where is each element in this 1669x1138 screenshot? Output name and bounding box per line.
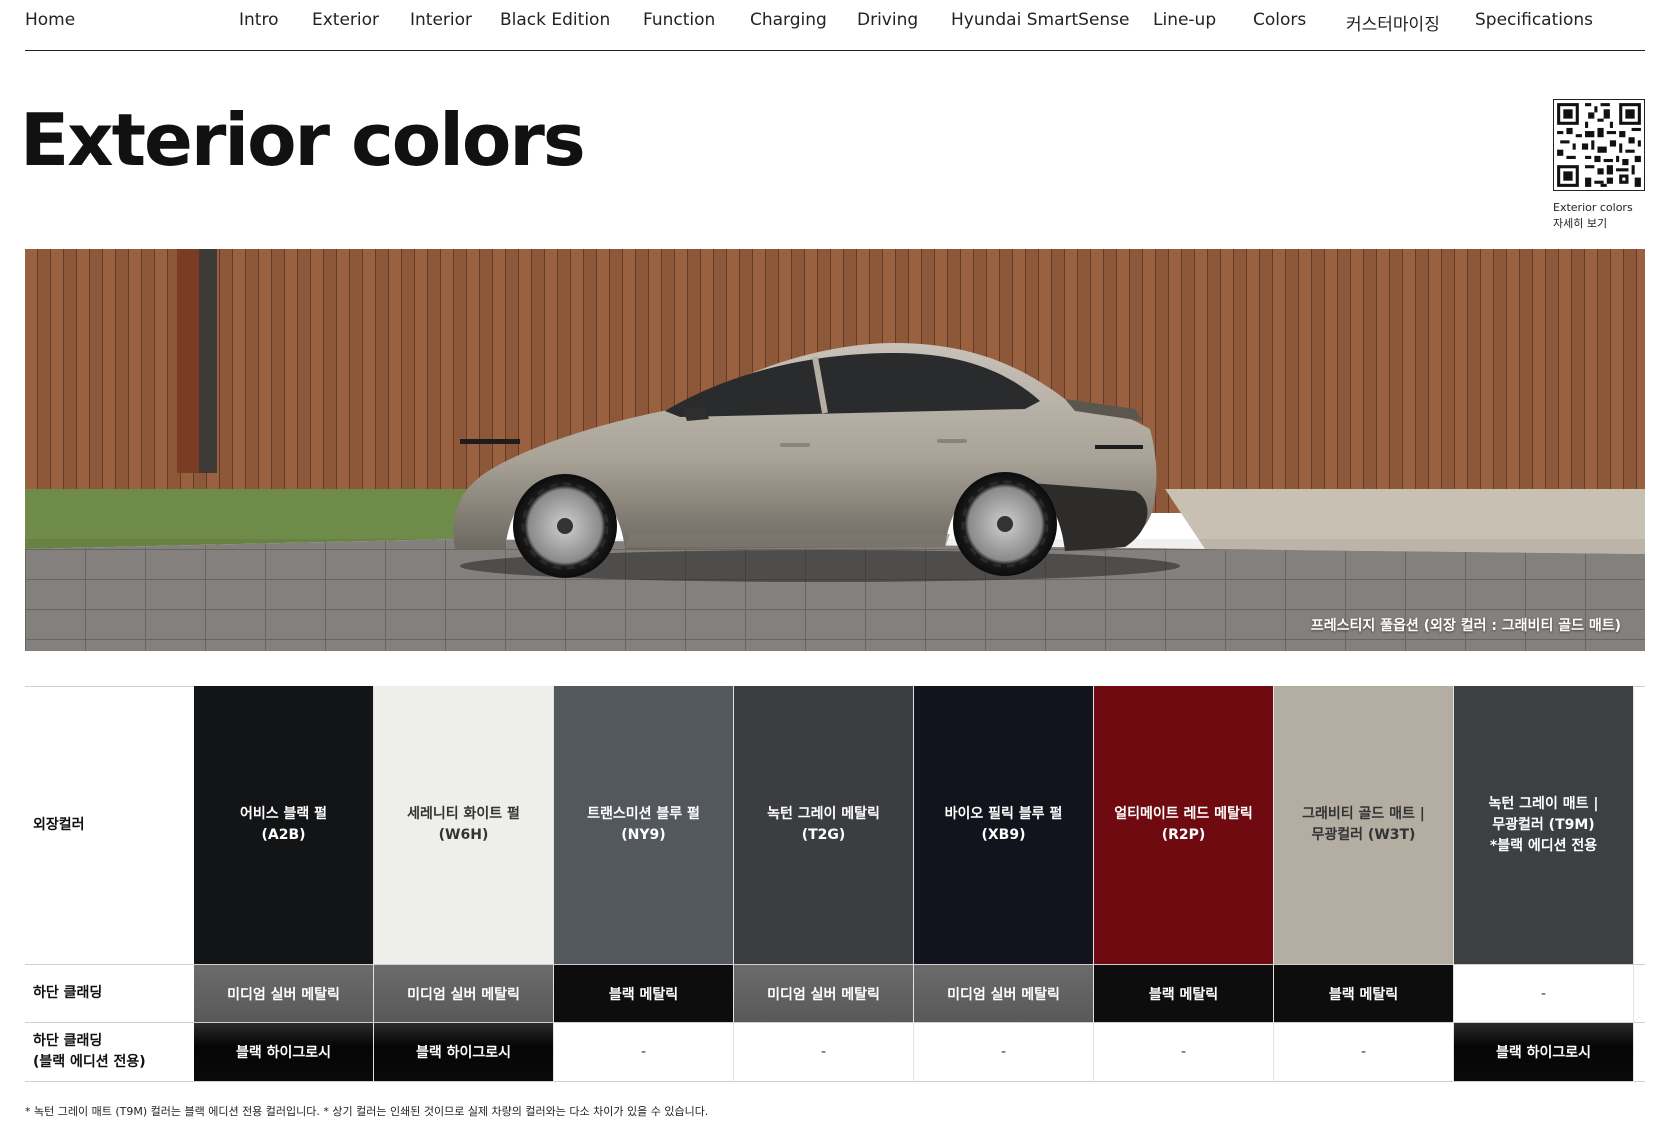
lower-cladding-cell: 블랙 메탈릭: [1094, 965, 1273, 1022]
lower-cladding-cell: 미디엄 실버 메탈릭: [914, 965, 1093, 1022]
hero-car-image: 프레스티지 풀옵션 (외장 컬러 : 그래비티 골드 매트): [25, 249, 1645, 651]
color-name: 바이오 필릭 블루 펄: [944, 806, 1063, 822]
color-code: 무광컬러 (W3T): [1311, 827, 1416, 843]
color-code: (W6H): [438, 827, 489, 843]
qr-code-icon: [1554, 100, 1644, 190]
nav-home[interactable]: Home: [25, 10, 75, 30]
color-swatch-label: 그래비티 골드 매트 | 무광컬러 (W3T): [1302, 804, 1425, 846]
color-name: 얼티메이트 레드 메탈릭: [1114, 806, 1253, 822]
car-illustration: [25, 249, 1645, 651]
color-swatch[interactable]: 얼티메이트 레드 메탈릭 (R2P): [1094, 686, 1273, 964]
black-edition-cladding-cell: 블랙 하이그로시: [1454, 1023, 1633, 1081]
nav-exterior[interactable]: Exterior: [312, 10, 379, 30]
color-code: (NY9): [621, 827, 666, 843]
row-label-exterior-color: 외장컬러: [33, 816, 85, 833]
color-code: (T2G): [801, 827, 846, 843]
table-bottom-rule: [25, 1081, 1645, 1082]
color-swatch-label: 바이오 필릭 블루 펄 (XB9): [945, 804, 1063, 846]
color-name: 세레니티 화이트 펄: [407, 806, 520, 822]
nav-hyundai-smartsense[interactable]: Hyundai SmartSense: [951, 10, 1130, 30]
color-extra: *블랙 에디션 전용: [1489, 837, 1598, 854]
top-navigation: Home Intro Exterior Interior Black Editi…: [25, 0, 1645, 51]
hero-caption: 프레스티지 풀옵션 (외장 컬러 : 그래비티 골드 매트): [1310, 618, 1621, 634]
lower-cladding-cell: 블랙 메탈릭: [554, 965, 733, 1022]
color-swatch[interactable]: 녹턴 그레이 매트 | 무광컬러 (T9M) *블랙 에디션 전용: [1454, 686, 1633, 964]
black-edition-cladding-cell: -: [1094, 1023, 1273, 1081]
color-swatch[interactable]: 녹턴 그레이 메탈릭 (T2G): [734, 686, 913, 964]
nav-charging[interactable]: Charging: [750, 10, 827, 30]
footnote: * 녹턴 그레이 매트 (T9M) 컬러는 블랙 에디션 전용 컬러입니다. *…: [25, 1105, 709, 1118]
color-swatch-label: 얼티메이트 레드 메탈릭 (R2P): [1114, 804, 1253, 846]
nav-customizing[interactable]: 커스터마이징: [1346, 10, 1440, 35]
qr-code[interactable]: [1553, 99, 1645, 191]
color-swatch[interactable]: 세레니티 화이트 펄 (W6H): [374, 686, 553, 964]
column-divider: [1633, 686, 1634, 1082]
color-name: 녹턴 그레이 매트 |: [1488, 795, 1599, 812]
color-name: 어비스 블랙 펄: [239, 806, 328, 822]
black-edition-cladding-cell: -: [914, 1023, 1093, 1081]
black-edition-cladding-cell: 블랙 하이그로시: [374, 1023, 553, 1081]
black-edition-cladding-cell: -: [1274, 1023, 1453, 1081]
color-swatch-label: 트랜스미션 블루 펄 (NY9): [587, 804, 700, 846]
color-swatch[interactable]: 바이오 필릭 블루 펄 (XB9): [914, 686, 1093, 964]
color-swatch-label: 녹턴 그레이 메탈릭 (T2G): [767, 804, 880, 846]
exterior-color-table: 외장컬러 하단 클래딩 하단 클래딩 (블랙 에디션 전용) 어비스 블랙 펄 (…: [25, 686, 1645, 1082]
nav-interior[interactable]: Interior: [410, 10, 472, 30]
nav-line-up[interactable]: Line-up: [1153, 10, 1216, 30]
black-edition-cladding-cell: -: [554, 1023, 733, 1081]
color-swatch[interactable]: 어비스 블랙 펄 (A2B): [194, 686, 373, 964]
lower-cladding-cell: -: [1454, 965, 1633, 1022]
color-swatch-label: 어비스 블랙 펄 (A2B): [240, 804, 327, 846]
qr-caption: Exterior colors 자세히 보기: [1553, 201, 1633, 230]
color-swatch-label: 녹턴 그레이 매트 | 무광컬러 (T9M) *블랙 에디션 전용: [1489, 794, 1599, 857]
row-label-lower-cladding-black-edition: 하단 클래딩 (블랙 에디션 전용): [33, 1032, 146, 1070]
color-code: (A2B): [261, 827, 306, 843]
color-code: (R2P): [1161, 827, 1206, 843]
nav-black-edition[interactable]: Black Edition: [500, 10, 610, 30]
row-label-lower-cladding: 하단 클래딩: [33, 984, 103, 1001]
nav-function[interactable]: Function: [643, 10, 715, 30]
color-swatch[interactable]: 트랜스미션 블루 펄 (NY9): [554, 686, 733, 964]
lower-cladding-cell: 블랙 메탈릭: [1274, 965, 1453, 1022]
color-swatch-label: 세레니티 화이트 펄 (W6H): [407, 804, 520, 846]
black-edition-cladding-cell: -: [734, 1023, 913, 1081]
page-title: Exterior colors: [20, 98, 586, 182]
color-code: (XB9): [981, 827, 1026, 843]
color-swatch[interactable]: 그래비티 골드 매트 | 무광컬러 (W3T): [1274, 686, 1453, 964]
nav-colors[interactable]: Colors: [1253, 10, 1306, 30]
lower-cladding-cell: 미디엄 실버 메탈릭: [194, 965, 373, 1022]
color-name: 트랜스미션 블루 펄: [587, 806, 700, 822]
color-name: 녹턴 그레이 메탈릭: [767, 806, 880, 822]
lower-cladding-cell: 미디엄 실버 메탈릭: [374, 965, 553, 1022]
color-code: 무광컬러 (T9M): [1492, 816, 1595, 833]
color-name: 그래비티 골드 매트 |: [1302, 806, 1425, 822]
nav-intro[interactable]: Intro: [239, 10, 278, 30]
black-edition-cladding-cell: 블랙 하이그로시: [194, 1023, 373, 1081]
nav-driving[interactable]: Driving: [857, 10, 918, 30]
nav-specifications[interactable]: Specifications: [1475, 10, 1593, 30]
lower-cladding-cell: 미디엄 실버 메탈릭: [734, 965, 913, 1022]
